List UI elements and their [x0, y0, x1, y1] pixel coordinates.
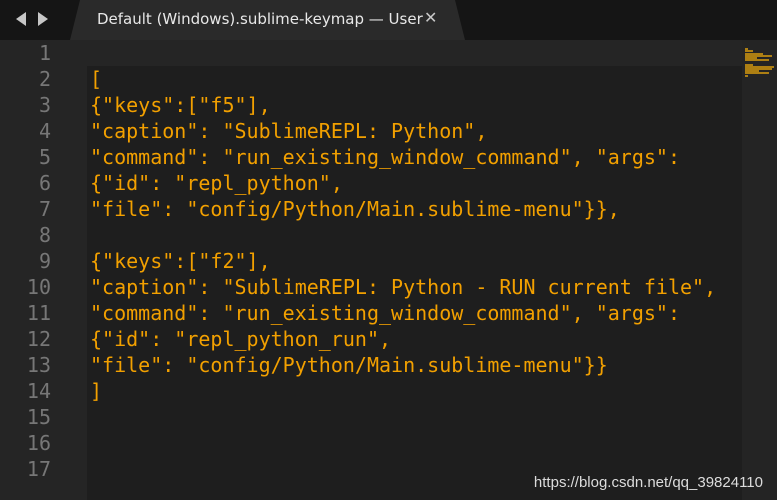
code-line[interactable]: {"keys":["f5"],: [90, 92, 271, 118]
close-tab-icon[interactable]: ✕: [424, 8, 437, 27]
line-number: 3: [38, 93, 51, 117]
line-number: 4: [38, 119, 51, 143]
code-line[interactable]: "file": "config/Python/Main.sublime-menu…: [90, 196, 620, 222]
code-line[interactable]: {"keys":["f2"],: [90, 248, 271, 274]
line-number: 6: [38, 171, 51, 195]
code-line[interactable]: "caption": "SublimeREPL: Python",: [90, 118, 487, 144]
watermark-url: https://blog.csdn.net/qq_39824110: [533, 474, 763, 491]
code-line[interactable]: "caption": "SublimeREPL: Python - RUN cu…: [90, 274, 716, 300]
editor-pane[interactable]: 1 2 3 4 5 6 7 8 9 10 11 12 13 14 15 16 17 [{"keys":["f5"…: [0, 40, 777, 500]
line-number: 11: [26, 301, 51, 325]
code-line[interactable]: ]: [90, 378, 102, 404]
code-area[interactable]: [{"keys":["f5"], "caption": "SublimeREPL:…: [87, 40, 742, 500]
back-arrow-icon[interactable]: [14, 10, 28, 28]
line-number: 16: [26, 431, 51, 455]
code-line[interactable]: "command": "run_existing_window_command"…: [90, 300, 680, 326]
line-number: 17: [26, 457, 51, 481]
line-number: 2: [38, 67, 51, 91]
line-number: 12: [26, 327, 51, 351]
minimap-line: [745, 72, 769, 75]
line-number-gutter: 1 2 3 4 5 6 7 8 9 10 11 12 13 14 15 16 17: [0, 40, 87, 500]
tab-title: Default (Windows).sublime-keymap — User: [97, 10, 423, 28]
line-number: 9: [38, 249, 51, 273]
navigation-arrows: [14, 10, 50, 28]
line-number: 13: [26, 353, 51, 377]
minimap-line: [745, 59, 770, 62]
code-line[interactable]: {"id": "repl_python",: [90, 170, 343, 196]
code-line[interactable]: "file": "config/Python/Main.sublime-menu…: [90, 352, 608, 378]
forward-arrow-icon[interactable]: [36, 10, 50, 28]
tab-keymap[interactable]: Default (Windows).sublime-keymap — User …: [70, 0, 465, 40]
line-number: 15: [26, 405, 51, 429]
title-bar: Default (Windows).sublime-keymap — User …: [0, 0, 777, 40]
current-line-highlight: [87, 40, 742, 66]
line-number: 10: [26, 275, 51, 299]
line-number: 7: [38, 197, 51, 221]
code-line[interactable]: "command": "run_existing_window_command"…: [90, 144, 680, 170]
minimap[interactable]: [742, 40, 777, 500]
code-line[interactable]: {"id": "repl_python_run",: [90, 326, 391, 352]
line-number: 5: [38, 145, 51, 169]
line-number: 14: [26, 379, 51, 403]
code-line[interactable]: [: [90, 66, 102, 92]
minimap-line: [745, 74, 748, 77]
line-number: 1: [38, 41, 51, 65]
line-number: 8: [38, 223, 51, 247]
